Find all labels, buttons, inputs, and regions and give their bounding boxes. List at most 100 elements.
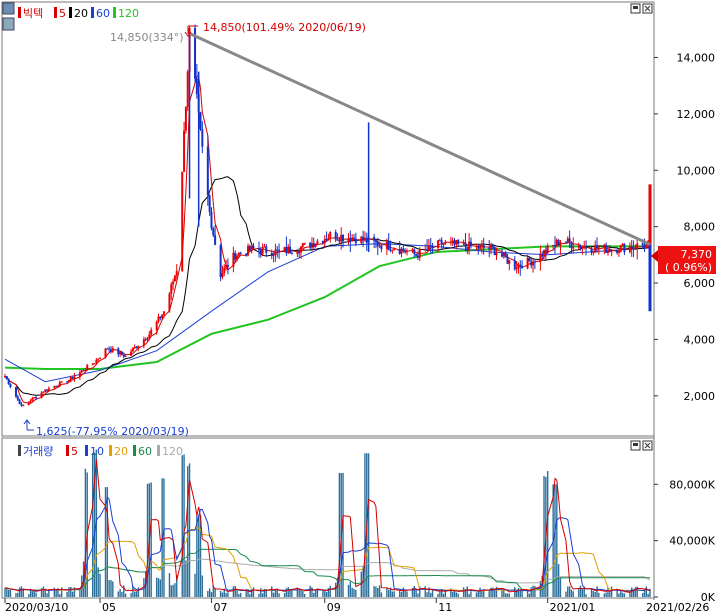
x-tick-label: 11	[438, 601, 452, 614]
candle-body	[210, 211, 213, 229]
candle-body	[564, 242, 567, 244]
candle-body	[199, 112, 202, 130]
candle-body	[9, 384, 12, 388]
candle-body	[157, 316, 160, 322]
candle-body	[532, 261, 535, 266]
candle-body	[402, 248, 405, 251]
candle-body	[415, 253, 418, 256]
candle-body	[543, 250, 546, 257]
candle-body	[444, 241, 447, 244]
candle-body	[572, 247, 575, 249]
candle-body	[352, 237, 355, 239]
candle-body	[7, 379, 10, 385]
vol-legend-20: 20	[114, 445, 128, 458]
candle-body	[223, 267, 226, 274]
candle-body	[175, 271, 178, 276]
candle-body	[528, 257, 531, 262]
candle-body	[464, 242, 467, 247]
vol-legend-120: 120	[162, 445, 183, 458]
candle-body	[374, 240, 377, 243]
candle-body	[418, 249, 421, 258]
candle-body	[186, 71, 189, 108]
candle-body	[426, 249, 429, 251]
candle-body	[66, 381, 69, 383]
x-tick-label: 05	[102, 601, 116, 614]
candle-body	[296, 252, 299, 254]
candle-body	[261, 247, 264, 254]
candle-body	[290, 252, 293, 254]
candle-body	[44, 389, 47, 393]
candle-body	[248, 245, 251, 251]
candle-body	[606, 250, 609, 254]
candle-body	[16, 396, 19, 400]
candle-body	[146, 338, 149, 340]
candle-body	[605, 244, 608, 254]
candle-body	[480, 245, 483, 247]
candle-body	[195, 78, 198, 95]
candle-body	[168, 293, 171, 312]
candle-body	[351, 237, 354, 242]
candle-body	[566, 238, 569, 244]
x-axis: 2020/03/10 05 07 09 11 2021/01	[4, 598, 596, 614]
candle-body	[270, 252, 273, 256]
candle-body	[451, 240, 454, 242]
candle-body	[265, 246, 268, 253]
candle-body	[323, 239, 326, 243]
candle-body	[521, 266, 524, 269]
candle-body	[559, 242, 562, 246]
candle-body	[159, 316, 162, 319]
vol-legend-5: 5	[71, 445, 78, 458]
x-axis-end-label: 2021/02/26	[646, 601, 709, 614]
candle-body	[14, 387, 17, 397]
candle-body	[389, 250, 392, 252]
candle-body	[247, 245, 250, 256]
chart-menu-icon[interactable]	[2, 2, 15, 15]
candle-body	[181, 171, 184, 272]
candle-body	[301, 243, 304, 247]
x-tick-label: 2020/03/10	[5, 601, 68, 614]
y-tick-label: 10,000	[677, 164, 716, 177]
candle-body	[596, 245, 599, 249]
candle-body	[20, 404, 23, 406]
candle-body	[482, 245, 485, 249]
maximize-icon-bar	[633, 443, 638, 446]
candle-body	[310, 243, 313, 248]
candle-body	[557, 239, 560, 246]
legend-marker	[133, 445, 136, 456]
candle-body	[314, 243, 317, 248]
candle-body	[539, 253, 542, 263]
candle-body	[287, 246, 290, 254]
candle-body	[338, 239, 341, 242]
legend-marker	[157, 445, 160, 456]
candle-body	[619, 245, 622, 252]
candle-body	[362, 236, 365, 241]
candle-body	[206, 146, 209, 196]
x-tick-label: 2021/01	[550, 601, 596, 614]
candle-body	[27, 401, 30, 405]
candle-body	[508, 260, 511, 264]
candle-body	[504, 252, 507, 258]
candle-body	[477, 245, 480, 249]
candle-body	[183, 130, 186, 172]
candle-body	[300, 246, 303, 253]
candle-body	[400, 248, 403, 254]
x-tick-label: 09	[327, 601, 341, 614]
candle-body	[517, 264, 520, 269]
vol-legend-60: 60	[138, 445, 152, 458]
last-candle-down	[648, 244, 652, 312]
chart-settings-icon[interactable]	[2, 17, 15, 31]
candle-body	[144, 339, 147, 341]
candle-body	[201, 129, 204, 147]
candle-body	[150, 329, 153, 335]
candle-body	[597, 247, 600, 249]
low-annotation: 1,625(-77.95% 2020/03/19)	[36, 425, 189, 438]
candle-body	[119, 351, 122, 355]
candle-body	[252, 245, 255, 249]
legend-marker	[18, 445, 21, 456]
legend-ma5: 5	[59, 7, 66, 20]
candle-body	[214, 235, 217, 246]
candle-body	[97, 358, 100, 360]
candle-body	[316, 240, 319, 244]
candle-body	[424, 249, 427, 251]
candle-body	[69, 377, 72, 380]
